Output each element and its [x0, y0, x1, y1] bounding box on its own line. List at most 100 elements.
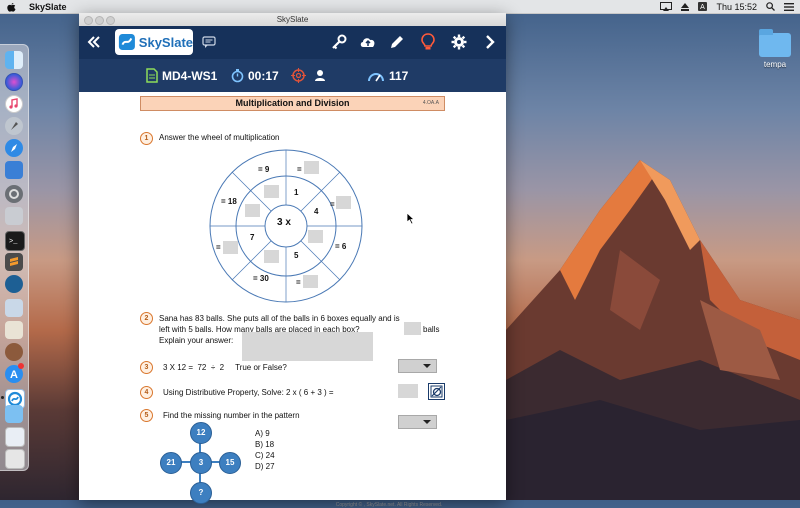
eject-icon[interactable]	[681, 2, 690, 11]
apple-menu-icon[interactable]	[7, 2, 19, 12]
wheel-inner-answer-box[interactable]	[264, 185, 279, 198]
scratchpad-icon	[430, 385, 443, 398]
settings-button[interactable]	[451, 34, 467, 50]
pattern-option: A) 9	[255, 429, 270, 438]
desktop-folder[interactable]: tempa	[755, 29, 795, 78]
chat-button[interactable]	[202, 36, 216, 48]
key-icon	[332, 34, 347, 50]
clock-text[interactable]: Thu 15:52	[716, 2, 757, 12]
wheel-center-label: 3 x	[277, 217, 291, 228]
documents-stack-icon[interactable]	[5, 427, 25, 447]
utilities-icon[interactable]	[5, 207, 23, 225]
pattern-node-left: 21	[160, 452, 182, 474]
window-titlebar[interactable]: SkySlate	[79, 13, 506, 27]
app-toolbar: SkySlate	[79, 26, 506, 59]
target-icon	[291, 68, 306, 83]
dock: >_ A	[0, 44, 29, 471]
app-store-badge	[18, 363, 24, 369]
wheel-outer-answer-box[interactable]	[223, 241, 238, 254]
menubar-app-name[interactable]: SkySlate	[29, 2, 67, 12]
running-indicator	[1, 396, 4, 399]
question-number-3: 3	[140, 361, 153, 374]
true-false-dropdown[interactable]	[398, 359, 437, 373]
worksheet-title-text: Multiplication and Division	[235, 98, 350, 108]
pattern-node-bottom: ?	[190, 482, 212, 504]
distributive-answer-input[interactable]	[398, 384, 418, 398]
pattern-option: C) 24	[255, 451, 275, 460]
finder-icon[interactable]	[5, 51, 23, 69]
preview-icon[interactable]	[5, 321, 23, 339]
wheel-outer-label: = 30	[253, 274, 269, 283]
back-button[interactable]	[87, 34, 101, 50]
terminal-icon[interactable]: >_	[5, 231, 25, 251]
wheel-inner-value: 4	[314, 207, 319, 216]
minimize-window-button[interactable]	[95, 16, 104, 25]
notification-center-icon[interactable]	[784, 2, 794, 11]
pattern-node-right: 15	[219, 452, 241, 474]
pattern-option: B) 18	[255, 440, 275, 449]
window-title: SkySlate	[276, 15, 309, 24]
wheel-inner-answer-box[interactable]	[264, 250, 279, 263]
network-utility-icon[interactable]	[5, 275, 23, 293]
sublime-text-icon[interactable]	[5, 253, 23, 271]
next-button[interactable]	[484, 34, 496, 50]
logo-text: SkySlate	[138, 34, 193, 50]
chat-bubble-icon	[202, 36, 216, 48]
wheel-inner-answer-box[interactable]	[245, 204, 260, 217]
edit-button[interactable]	[389, 34, 405, 50]
siri-icon[interactable]	[5, 73, 23, 91]
target-item[interactable]	[291, 59, 326, 92]
downloads-folder-icon[interactable]	[5, 405, 23, 423]
pattern-node-top: 12	[190, 422, 212, 444]
wheel-inner-answer-box[interactable]	[308, 230, 323, 243]
screen-mirroring-icon[interactable]	[660, 2, 673, 11]
system-preferences-icon[interactable]	[5, 185, 23, 203]
wheel-outer-answer-box[interactable]	[303, 275, 318, 288]
wheel-outer-label: =	[216, 243, 221, 252]
worksheet-id-item: MD4-WS1	[146, 59, 217, 92]
question-5-text: Find the missing number in the pattern	[163, 411, 300, 420]
zoom-window-button[interactable]	[106, 16, 115, 25]
pattern-node-center: 3	[190, 452, 212, 474]
wheel-outer-label: = 9	[258, 165, 270, 174]
launchpad-icon[interactable]	[5, 117, 23, 135]
wheel-inner-value: 5	[294, 251, 299, 260]
xcode-icon[interactable]	[5, 161, 23, 179]
wheel-outer-label: =	[296, 278, 301, 287]
trash-icon[interactable]	[5, 449, 25, 469]
itunes-icon[interactable]	[5, 95, 23, 113]
wheel-outer-label: =	[330, 200, 335, 209]
close-window-button[interactable]	[84, 16, 93, 25]
question-1-text: Answer the wheel of multiplication	[159, 133, 280, 142]
balls-unit-label: balls	[423, 325, 440, 334]
gear-icon	[451, 34, 467, 50]
worksheet-title: Multiplication and Division 4.OA.A	[140, 96, 445, 111]
explanation-textarea[interactable]	[242, 332, 373, 361]
spotlight-search-icon[interactable]	[766, 2, 775, 11]
pattern-answer-dropdown[interactable]	[398, 415, 437, 429]
double-chevron-left-icon	[87, 36, 100, 48]
sourcetree-icon[interactable]	[5, 299, 23, 317]
app-icon[interactable]	[5, 343, 23, 361]
upload-button[interactable]	[359, 34, 377, 50]
question-number-2: 2	[140, 312, 153, 325]
wheel-outer-answer-box[interactable]	[304, 161, 319, 174]
cloud-upload-icon	[360, 38, 375, 47]
score-value: 117	[389, 68, 409, 83]
folder-icon	[759, 29, 791, 57]
worksheet-id: MD4-WS1	[162, 68, 218, 83]
question-2-line-3: Explain your answer:	[159, 336, 234, 345]
copyright-text: Copyright © , SkySlate.net. All Rights R…	[335, 502, 443, 508]
hint-button[interactable]	[421, 33, 435, 51]
svg-text:A: A	[701, 4, 706, 11]
balls-per-box-input[interactable]	[404, 322, 421, 335]
key-button[interactable]	[331, 34, 347, 50]
question-2-line-1: Sana has 83 balls. She puts all of the b…	[159, 314, 400, 323]
safari-icon[interactable]	[5, 139, 23, 157]
input-source-icon[interactable]: A	[698, 2, 708, 11]
calculator-button[interactable]	[428, 383, 445, 400]
chevron-right-icon	[486, 35, 495, 49]
wheel-outer-answer-box[interactable]	[336, 196, 351, 209]
pattern-option: D) 27	[255, 462, 275, 471]
wheel-inner-value: 7	[250, 233, 255, 242]
